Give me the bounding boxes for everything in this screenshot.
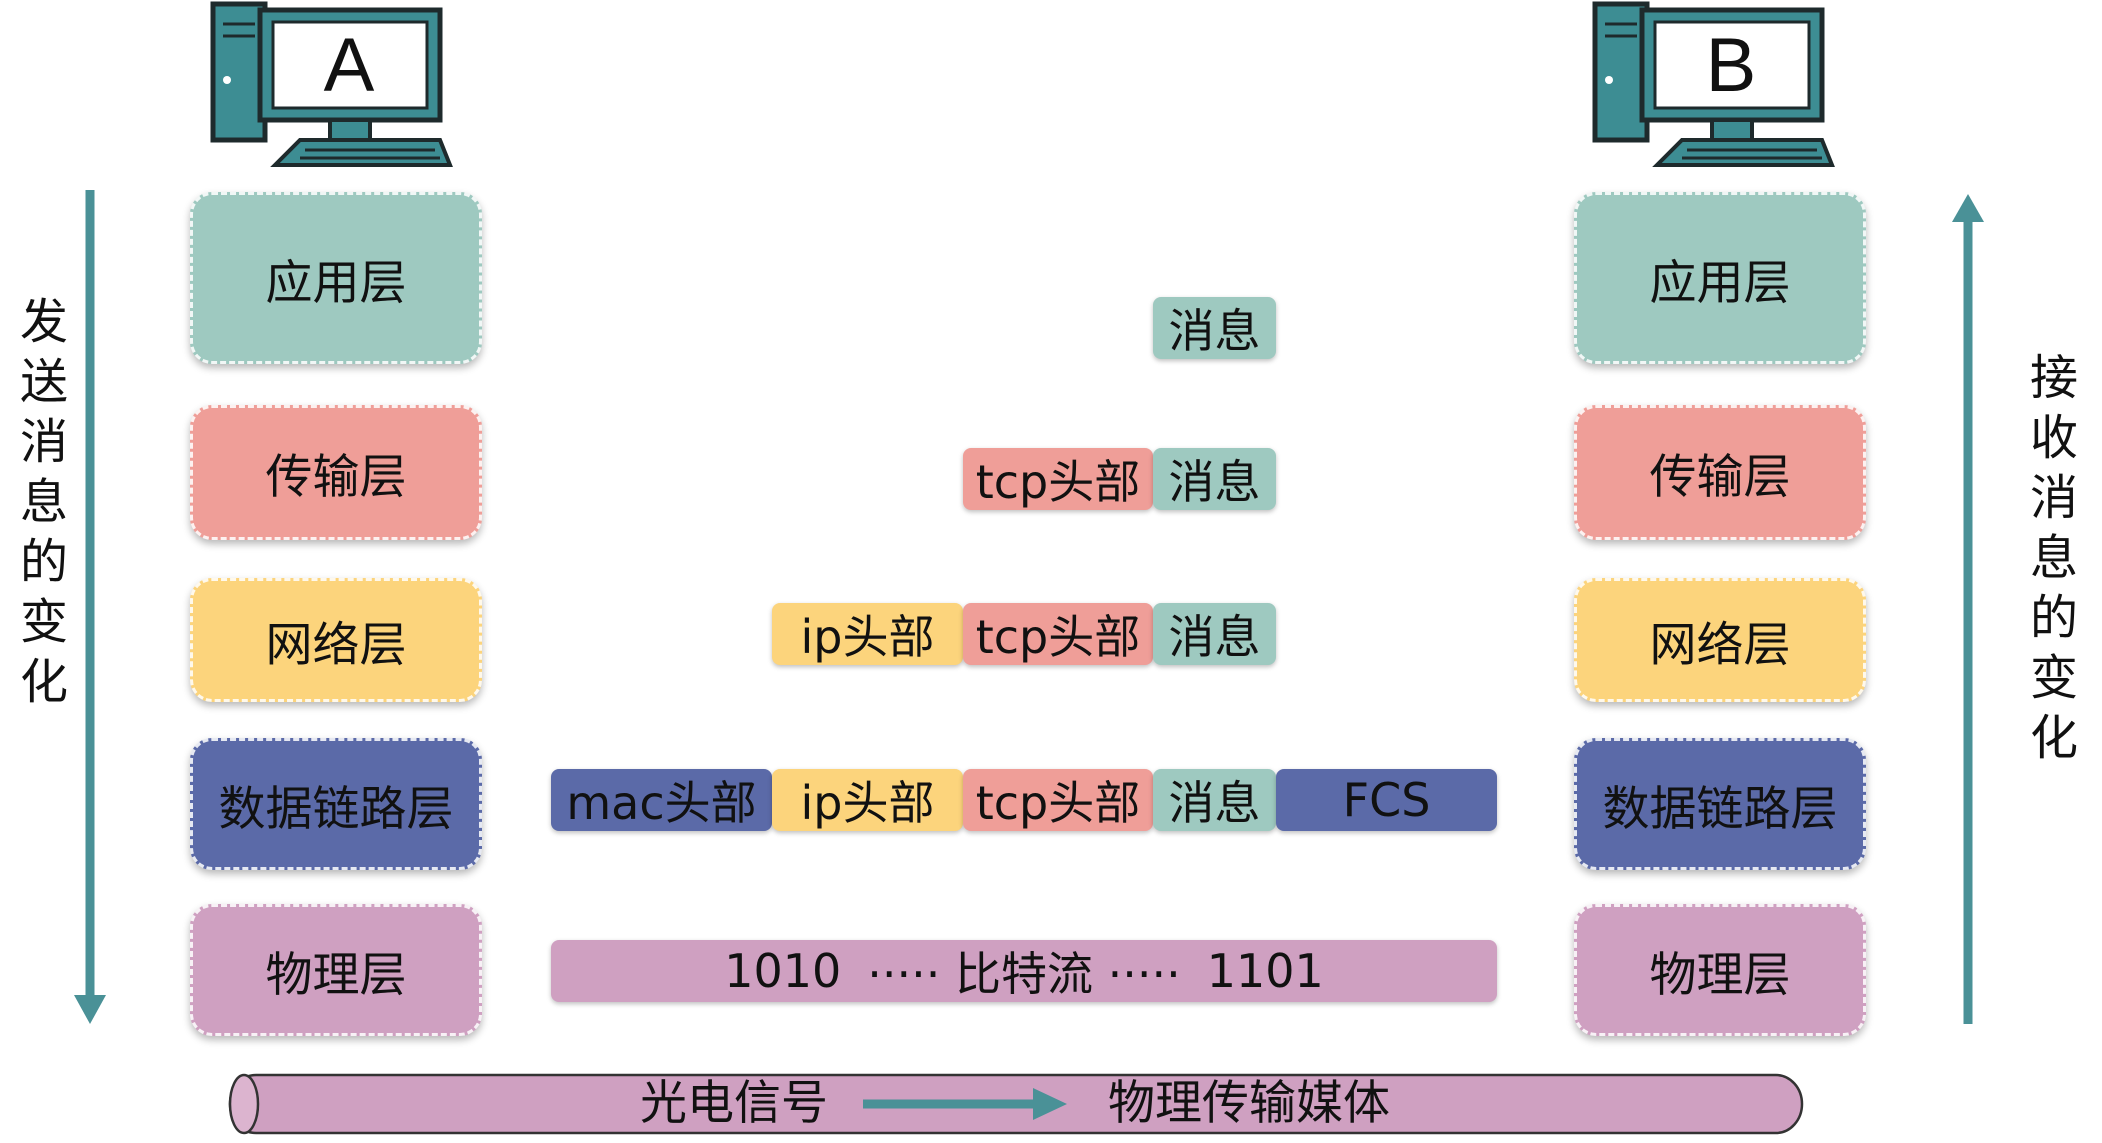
message-cell: 消息 (1153, 769, 1276, 831)
bitstream-start: 1010 (724, 944, 842, 998)
message-cell: 消息 (1153, 297, 1276, 359)
bitstream-bar: 1010 ····· 比特流 ····· 1101 (551, 940, 1497, 1002)
left-datalink-layer: 数据链路层 (190, 738, 482, 870)
receive-change-label: 接 收 消 息 的 变 化 (2029, 350, 2078, 766)
fcs-cell: FCS (1276, 769, 1497, 831)
mac-header-cell: mac头部 (551, 769, 772, 831)
send-change-label: 发 送 消 息 的 变 化 (19, 294, 68, 710)
send-direction-arrow (70, 190, 110, 1030)
left-transport-layer: 传输层 (190, 405, 482, 540)
right-transport-layer: 传输层 (1574, 405, 1866, 540)
signal-label: 光电信号 (640, 1076, 828, 1131)
ip-header-cell: ip头部 (772, 769, 963, 831)
host-a-label: A (323, 22, 375, 108)
tcp-header-cell: tcp头部 (963, 448, 1153, 510)
host-b-label: B (1705, 22, 1757, 108)
right-datalink-layer: 数据链路层 (1574, 738, 1866, 870)
message-cell: 消息 (1153, 603, 1276, 665)
left-network-layer: 网络层 (190, 578, 482, 702)
left-physical-layer: 物理层 (190, 904, 482, 1036)
bitstream-middle: ····· 比特流 ····· (867, 947, 1181, 1001)
tcp-header-cell: tcp头部 (963, 769, 1153, 831)
tcp-header-cell: tcp头部 (963, 603, 1153, 665)
bitstream-end: 1101 (1206, 944, 1324, 998)
media-label: 物理传输媒体 (1108, 1076, 1390, 1131)
receive-direction-arrow (1948, 194, 1988, 1024)
right-application-layer: 应用层 (1574, 192, 1866, 364)
right-network-layer: 网络层 (1574, 578, 1866, 702)
signal-to-media-arrow (863, 1086, 1068, 1122)
message-cell: 消息 (1153, 448, 1276, 510)
ip-header-cell: ip头部 (772, 603, 963, 665)
right-physical-layer: 物理层 (1574, 904, 1866, 1036)
left-application-layer: 应用层 (190, 192, 482, 364)
